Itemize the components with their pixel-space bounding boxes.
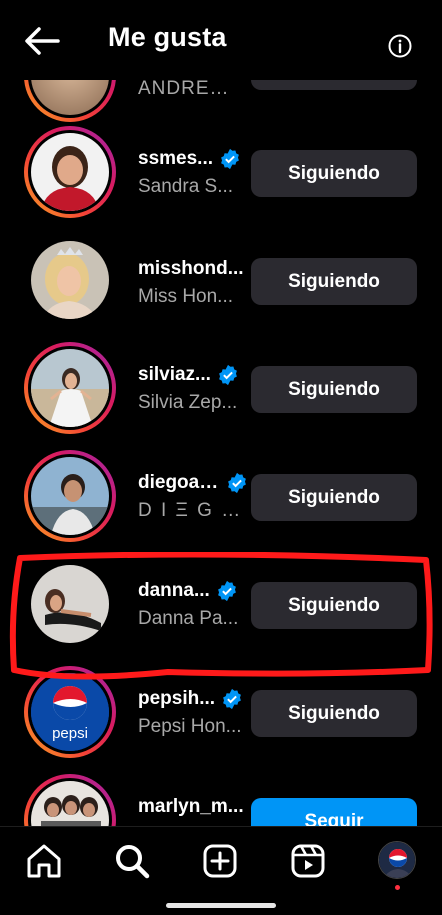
username[interactable]: pepsih...	[138, 688, 248, 710]
avatar[interactable]	[24, 450, 116, 542]
highlight-annotation	[9, 552, 433, 680]
username[interactable]: ssmes...	[138, 148, 248, 170]
user-fullname: Pepsi Hon...	[138, 716, 242, 737]
following-button[interactable]: Siguiendo	[251, 690, 417, 737]
verified-badge-icon	[218, 364, 237, 386]
likes-list[interactable]: ANDRES J... ssmes... Sandra S... Siguien…	[0, 0, 442, 826]
follow-button[interactable]: Seguir	[251, 798, 417, 826]
page-title: Me gusta	[108, 22, 227, 52]
create-icon[interactable]	[200, 841, 240, 881]
following-button[interactable]: Siguiendo	[251, 366, 417, 413]
avatar[interactable]	[24, 342, 116, 434]
list-item[interactable]: misshond... Miss Hon... Siguiendo	[0, 230, 442, 338]
username[interactable]: silviaz...	[138, 364, 248, 386]
search-icon[interactable]	[112, 841, 152, 881]
profile-avatar[interactable]	[378, 841, 416, 879]
username[interactable]: misshond...	[138, 258, 248, 280]
verified-badge-icon	[228, 472, 246, 494]
following-button[interactable]: Siguiendo	[251, 150, 417, 197]
avatar[interactable]	[24, 234, 116, 326]
header: Me gusta	[0, 0, 442, 80]
home-indicator	[166, 903, 276, 908]
list-item[interactable]: ssmes... Sandra S... Siguiendo	[0, 122, 442, 230]
avatar[interactable]	[24, 774, 116, 826]
bottom-nav	[0, 826, 442, 915]
following-button[interactable]: Siguiendo	[251, 258, 417, 305]
list-item[interactable]: marlyn_m... Seguir	[0, 770, 442, 826]
user-fullname: Sandra S...	[138, 176, 234, 197]
home-icon[interactable]	[24, 841, 64, 881]
verified-badge-icon	[223, 688, 241, 710]
pepsi-logo-text: pepsi	[52, 725, 88, 742]
user-fullname: Miss Hon...	[138, 286, 234, 307]
info-icon[interactable]	[388, 34, 412, 58]
username[interactable]: marlyn_m...	[138, 796, 248, 818]
reels-icon[interactable]	[288, 841, 328, 881]
verified-badge-icon	[221, 148, 239, 170]
arrow-left-icon[interactable]	[22, 24, 62, 58]
user-fullname: ANDRES J...	[138, 78, 242, 99]
user-fullname: D I Ξ G O ...	[138, 500, 242, 521]
avatar[interactable]	[24, 126, 116, 218]
list-item[interactable]: diegoal... D I Ξ G O ... Siguiendo	[0, 446, 442, 554]
list-item[interactable]: silviaz... Silvia Zep... Siguiendo	[0, 338, 442, 446]
notification-dot	[395, 885, 400, 890]
username[interactable]: diegoal...	[138, 472, 248, 494]
user-fullname: Silvia Zep...	[138, 392, 238, 413]
following-button[interactable]: Siguiendo	[251, 474, 417, 521]
